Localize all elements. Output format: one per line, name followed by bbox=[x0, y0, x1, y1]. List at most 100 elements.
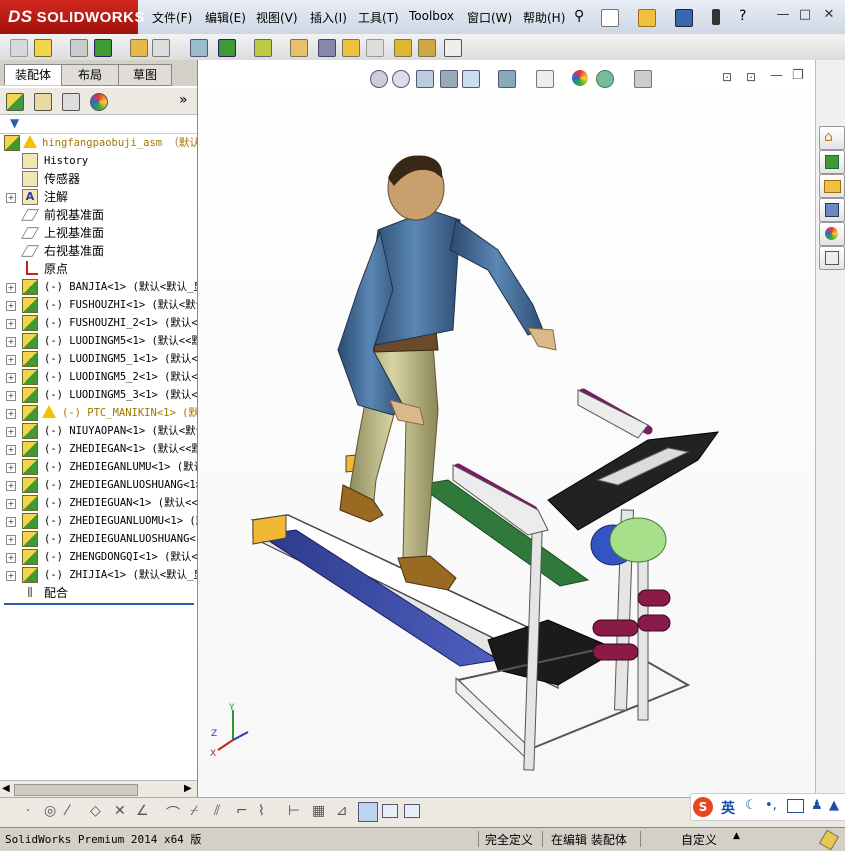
tree-item[interactable]: + (-) ZHEDIEGANLUMU<1> (默认< bbox=[0, 458, 197, 476]
scroll-thumb[interactable] bbox=[14, 784, 138, 796]
section-view-icon[interactable] bbox=[440, 70, 458, 88]
window-icon[interactable] bbox=[382, 804, 398, 818]
take-snapshot-icon[interactable] bbox=[444, 39, 462, 57]
save-icon[interactable] bbox=[675, 9, 693, 27]
expand-icon[interactable]: + bbox=[6, 463, 16, 473]
viewport-minimize-icon[interactable]: — bbox=[770, 68, 783, 83]
expand-icon[interactable]: + bbox=[6, 445, 16, 455]
expand-icon[interactable]: + bbox=[6, 391, 16, 401]
units-dropdown-icon[interactable]: ▲ bbox=[733, 831, 740, 841]
open-folder-icon[interactable] bbox=[638, 9, 656, 27]
menu-toolbox[interactable]: Toolbox bbox=[409, 9, 454, 23]
menu-tools[interactable]: 工具(T) bbox=[358, 9, 399, 26]
tree-item[interactable]: + (-) ZHEDIEGUANLUOSHUANG<1> bbox=[0, 530, 197, 548]
tree-item[interactable]: + (-) ZHEDIEGUANLUOMU<1> (默 bbox=[0, 512, 197, 530]
viewport-restore-icon[interactable]: ❐ bbox=[792, 68, 804, 83]
polygon-icon[interactable]: ◇ bbox=[90, 803, 101, 819]
menu-edit[interactable]: 编辑(E) bbox=[205, 9, 246, 26]
spline-icon[interactable]: ⌇ bbox=[258, 803, 265, 819]
menu-help[interactable]: 帮助(H) bbox=[523, 9, 565, 26]
scroll-right-icon[interactable]: ▶ bbox=[184, 783, 192, 794]
expand-icon[interactable]: + bbox=[6, 553, 16, 563]
expand-icon[interactable]: + bbox=[6, 283, 16, 293]
explode-line-sketch-icon[interactable] bbox=[366, 39, 384, 57]
solidworks-logo[interactable]: DS SOLIDWORKS bbox=[0, 0, 144, 34]
menu-insert[interactable]: 插入(I) bbox=[310, 9, 347, 26]
expand-icon[interactable]: + bbox=[6, 409, 16, 419]
tree-item[interactable]: + (-) FUSHOUZHI<1> (默认<默认 bbox=[0, 296, 197, 314]
units-selector[interactable]: 自定义 bbox=[681, 831, 717, 848]
tree-item[interactable]: 前视基准面 bbox=[0, 206, 197, 224]
tree-item[interactable]: + (-) ZHEDIEGANLUOSHUANG<1> ( bbox=[0, 476, 197, 494]
panel-expand-icon[interactable]: » bbox=[179, 92, 188, 108]
viewport-split2-icon[interactable]: ⊡ bbox=[746, 70, 756, 84]
tab-assembly[interactable]: 装配体 bbox=[4, 64, 62, 85]
previous-view-icon[interactable] bbox=[416, 70, 434, 88]
sogou-logo-icon[interactable]: S bbox=[693, 797, 713, 817]
table-icon[interactable] bbox=[404, 804, 420, 818]
tag-icon[interactable] bbox=[818, 829, 840, 851]
filter-icon[interactable]: ▼ bbox=[10, 116, 19, 130]
solidworks-resources-tab[interactable]: ⌂ bbox=[819, 126, 845, 150]
custom-properties-tab[interactable] bbox=[819, 246, 845, 270]
tree-item[interactable]: ⫴ 配合 bbox=[0, 584, 197, 602]
zoom-to-fit-icon[interactable] bbox=[370, 70, 388, 88]
view-palette-tab[interactable] bbox=[819, 198, 845, 222]
tree-root[interactable]: hingfangpaobuji_asm （默认 bbox=[0, 134, 197, 152]
tab-layout[interactable]: 布局 bbox=[61, 64, 119, 86]
expand-icon[interactable]: + bbox=[6, 535, 16, 545]
horizontal-scrollbar[interactable]: ◀ ▶ bbox=[0, 780, 197, 798]
menu-view[interactable]: 视图(V) bbox=[256, 9, 298, 26]
line-icon[interactable]: ⁄ bbox=[66, 803, 68, 819]
tree-item[interactable]: + (-) LUODINGM5_3<1> (默认<< bbox=[0, 386, 197, 404]
display-style-icon[interactable] bbox=[536, 70, 554, 88]
restore-button[interactable]: □ bbox=[798, 8, 812, 22]
view-orientation-icon[interactable] bbox=[498, 70, 516, 88]
tree-item[interactable]: + (-) NIUYAOPAN<1> (默认<默认 bbox=[0, 422, 197, 440]
relation-icon[interactable]: ⊿ bbox=[336, 803, 348, 819]
circle-icon[interactable]: ◎ bbox=[44, 803, 56, 819]
traffic-light-icon[interactable] bbox=[712, 9, 720, 25]
zoom-area-icon[interactable] bbox=[392, 70, 410, 88]
edit-appearance-icon[interactable] bbox=[572, 70, 588, 86]
chamfer-icon[interactable]: ⌿ bbox=[190, 803, 198, 819]
keyboard-icon[interactable] bbox=[787, 799, 804, 813]
move-component-icon[interactable] bbox=[152, 39, 170, 57]
point-icon[interactable]: · bbox=[26, 804, 30, 819]
apply-scene-icon[interactable] bbox=[596, 70, 614, 88]
instant3d-icon[interactable] bbox=[394, 39, 412, 57]
insert-component-icon[interactable] bbox=[34, 39, 52, 57]
trim-icon[interactable]: ✕ bbox=[114, 803, 126, 819]
tree-item[interactable]: + (-) ZHENGDONGQI<1> (默认<< bbox=[0, 548, 197, 566]
new-motion-study-icon[interactable] bbox=[290, 39, 308, 57]
tree-item[interactable]: 右视基准面 bbox=[0, 242, 197, 260]
angle-icon[interactable]: ∠ bbox=[136, 803, 149, 819]
tree-item[interactable]: + (-) LUODINGM5_2<1> (默认<< bbox=[0, 368, 197, 386]
3d-box-icon[interactable] bbox=[358, 802, 378, 822]
graphics-area[interactable]: Y X Z bbox=[198, 60, 815, 797]
update-speedpak-icon[interactable] bbox=[418, 39, 436, 57]
tree-item[interactable]: + (-) FUSHOUZHI_2<1> (默认<默 bbox=[0, 314, 197, 332]
appearances-tab[interactable] bbox=[819, 222, 845, 246]
tree-item[interactable]: + (-) ZHEDIEGAN<1> (默认<<默认 bbox=[0, 440, 197, 458]
feature-manager-icon[interactable] bbox=[6, 93, 24, 111]
dimension-icon[interactable]: ⊢ bbox=[288, 803, 300, 819]
expand-icon[interactable]: + bbox=[6, 355, 16, 365]
fillet-icon[interactable]: ⌒ bbox=[166, 803, 180, 823]
corner-icon[interactable]: ⌐ bbox=[236, 803, 248, 819]
tab-sketch[interactable]: 草图 bbox=[118, 64, 172, 86]
smart-fasteners-icon[interactable] bbox=[130, 39, 148, 57]
tree-item[interactable]: + (-) LUODINGM5_1<1> (默认<< bbox=[0, 350, 197, 368]
design-library-tab[interactable] bbox=[819, 150, 845, 174]
view-settings-icon[interactable] bbox=[634, 70, 652, 88]
tree-item[interactable]: History bbox=[0, 152, 197, 170]
treadmill-manikin-model[interactable] bbox=[198, 60, 815, 797]
expand-icon[interactable]: + bbox=[6, 301, 16, 311]
minimize-button[interactable]: — bbox=[776, 8, 790, 22]
mate-icon[interactable] bbox=[70, 39, 88, 57]
expand-icon[interactable]: + bbox=[6, 337, 16, 347]
expand-icon[interactable]: + bbox=[6, 517, 16, 527]
help-icon[interactable]: ? bbox=[739, 8, 746, 24]
expand-icon[interactable]: + bbox=[6, 481, 16, 491]
rollback-bar[interactable] bbox=[4, 603, 194, 605]
